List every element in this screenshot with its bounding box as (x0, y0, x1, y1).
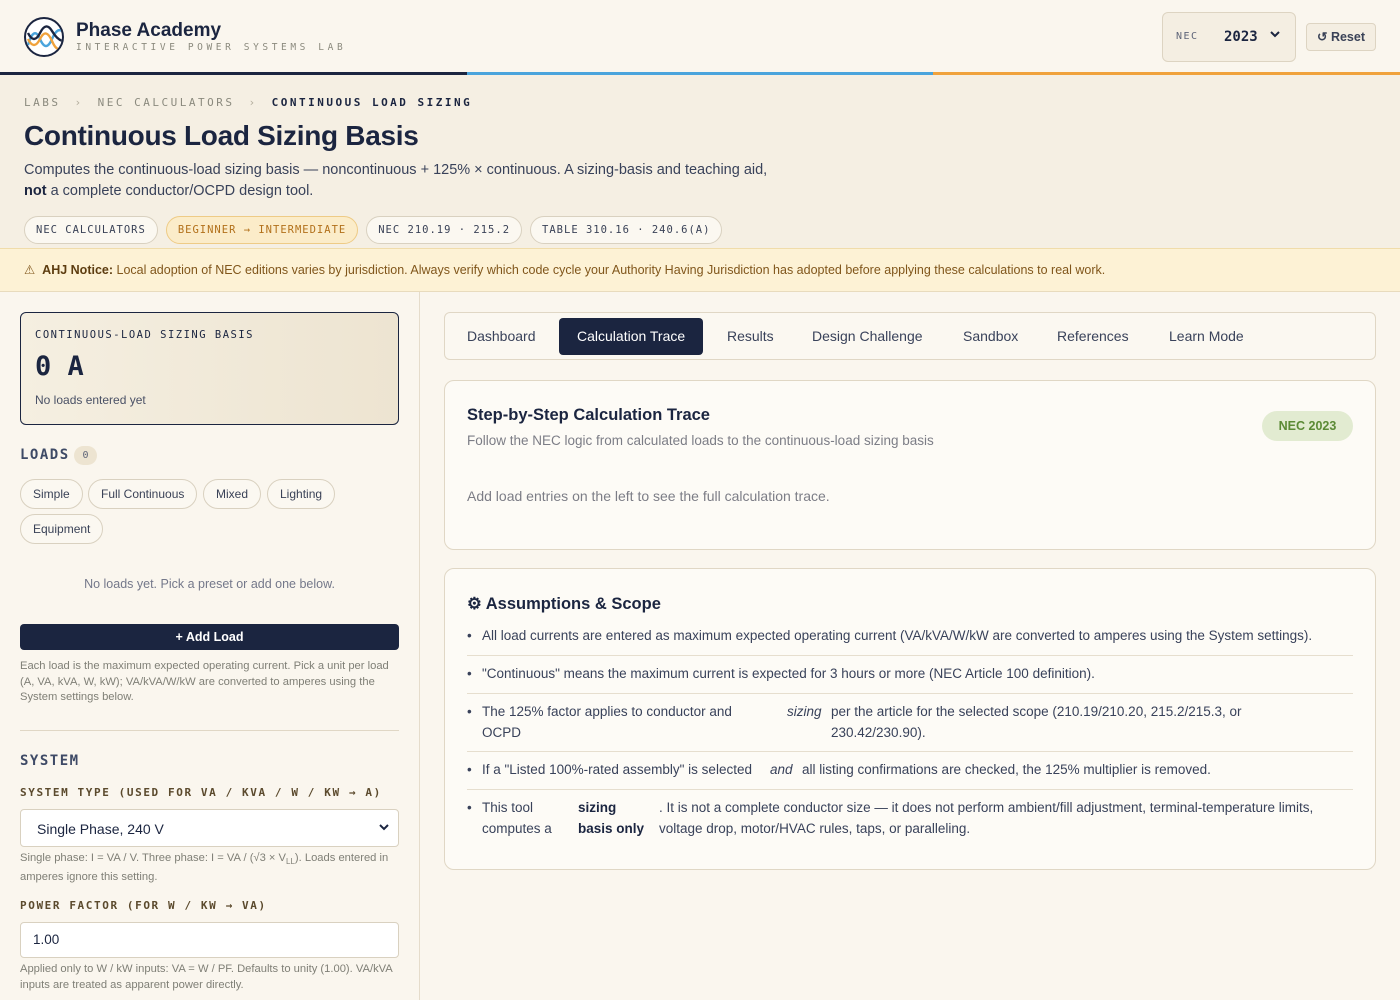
reset-button[interactable]: ↺ Reset (1306, 23, 1376, 51)
notice-label: AHJ Notice: (42, 263, 114, 277)
chip-nec-sections: NEC 210.19 · 215.2 (366, 216, 523, 244)
top-bar: Phase Academy INTERACTIVE POWER SYSTEMS … (0, 0, 1400, 72)
notice-text: Local adoption of NEC editions varies by… (116, 263, 1106, 277)
tab-learn-mode[interactable]: Learn Mode (1151, 318, 1262, 355)
sizing-basis-card: CONTINUOUS-LOAD SIZING BASIS 0 A No load… (20, 312, 399, 425)
divider (467, 655, 1353, 656)
ahj-notice-banner: ⚠ AHJ Notice: Local adoption of NEC edit… (0, 248, 1400, 292)
divider (467, 751, 1353, 752)
breadcrumb-separator: › (248, 96, 258, 109)
breadcrumb: LABS › NEC CALCULATORS › CONTINUOUS LOAD SIZ… (24, 96, 472, 109)
preset-lighting[interactable]: Lighting (267, 479, 336, 509)
system-type-label: SYSTEM TYPE (USED FOR VA / KVA / W / KW … (20, 786, 382, 799)
loads-heading: LOADS (20, 447, 70, 463)
nec-select-label: NEC (1176, 31, 1199, 42)
chevron-down-icon (378, 821, 390, 836)
page-description: Computes the continuous-load sizing basi… (24, 162, 768, 199)
tab-design-challenge[interactable]: Design Challenge (794, 318, 941, 355)
breadcrumb-current: CONTINUOUS LOAD SIZING (271, 96, 473, 109)
divider (467, 789, 1353, 790)
trace-title: Step-by-Step Calculation Trace (467, 406, 710, 424)
preset-simple[interactable]: Simple (20, 479, 83, 509)
breadcrumb-separator: › (74, 96, 84, 109)
scope-title: ⚙ Assumptions & Scope (467, 595, 661, 613)
page-title: Continuous Load Sizing Basis (24, 120, 419, 151)
page-hero: LABS › NEC CALCULATORS › CONTINUOUS LOAD SIZ… (0, 75, 1400, 249)
brand-subtitle: INTERACTIVE POWER SYSTEMS LAB (76, 42, 347, 53)
tab-sandbox[interactable]: Sandbox (945, 318, 1036, 355)
preset-full-continuous[interactable]: Full Continuous (88, 479, 198, 509)
add-load-button[interactable]: + Add Load (20, 624, 399, 650)
calculation-trace-card: Step-by-Step Calculation Trace Follow th… (444, 380, 1376, 550)
trace-empty-message: Add load entries on the left to see the … (467, 488, 830, 504)
power-factor-help: Applied only to W / kW inputs: VA = W / … (20, 963, 393, 991)
divider (20, 730, 399, 731)
tab-references[interactable]: References (1039, 318, 1147, 355)
loads-count-badge: 0 (74, 446, 97, 465)
tab-calculation-trace[interactable]: Calculation Trace (559, 318, 704, 355)
breadcrumb-labs[interactable]: LABS (24, 96, 61, 109)
loads-help-text: Each load is the maximum expected operat… (20, 660, 389, 703)
breadcrumb-nec-calculators[interactable]: NEC CALCULATORS (98, 96, 235, 109)
preset-mixed[interactable]: Mixed (203, 479, 262, 509)
nec-edition-badge: NEC 2023 (1262, 411, 1353, 441)
system-type-value: Single Phase, 240 V (37, 821, 164, 837)
basis-label: CONTINUOUS-LOAD SIZING BASIS (35, 329, 255, 341)
trace-subtitle: Follow the NEC logic from calculated loa… (467, 433, 934, 448)
nec-select-value: 2023 (1224, 29, 1258, 45)
basis-value: 0 A (35, 351, 84, 382)
tag-chips: NEC CALCULATORS BEGINNER → INTERMEDIATE … (24, 216, 723, 244)
brand-name: Phase Academy (76, 20, 222, 41)
chip-tables: TABLE 310.16 · 240.6(A) (530, 216, 723, 244)
system-type-help: Single phase: I = VA / V. Three phase: I… (20, 852, 389, 883)
system-heading: SYSTEM (20, 753, 80, 769)
chevron-down-icon (1269, 28, 1281, 43)
power-factor-input[interactable]: 1.00 (20, 922, 399, 958)
left-panel: CONTINUOUS-LOAD SIZING BASIS 0 A No load… (0, 292, 420, 1000)
assumptions-scope-card: ⚙ Assumptions & Scope • All load currents… (444, 568, 1376, 870)
scope-bullet: • This tool computes a sizing basis only… (467, 800, 1314, 836)
power-factor-label: POWER FACTOR (FOR W / KW → VA) (20, 899, 267, 912)
nec-edition-select[interactable]: NEC 2023 (1162, 12, 1296, 62)
tab-results[interactable]: Results (709, 318, 792, 355)
system-type-select[interactable]: Single Phase, 240 V (20, 809, 399, 847)
phase-academy-logo-icon[interactable] (24, 17, 64, 57)
warning-icon: ⚠ (24, 263, 36, 277)
tab-dashboard[interactable]: Dashboard (449, 318, 554, 355)
loads-empty-message: No loads yet. Pick a preset or add one b… (84, 577, 335, 591)
scope-bullet: • The 125% factor applies to conductor a… (467, 704, 1242, 740)
chip-nec-calculators: NEC CALCULATORS (24, 216, 158, 244)
divider (467, 693, 1353, 694)
tab-bar: Dashboard Calculation Trace Results Desi… (444, 312, 1376, 360)
chip-difficulty: BEGINNER → INTERMEDIATE (165, 216, 359, 244)
basis-subtext: No loads entered yet (35, 393, 146, 407)
preset-equipment[interactable]: Equipment (20, 514, 104, 544)
